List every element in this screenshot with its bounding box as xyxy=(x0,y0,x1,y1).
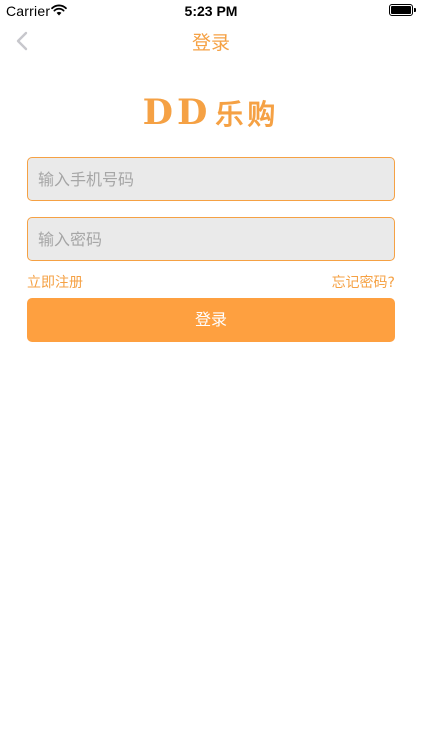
forgot-password-link[interactable]: 忘记密码? xyxy=(332,272,395,292)
logo-latin: DD xyxy=(142,92,212,133)
login-button[interactable]: 登录 xyxy=(27,298,395,342)
battery-icon xyxy=(389,4,416,16)
page-title: 登录 xyxy=(191,32,230,54)
register-link[interactable]: 立即注册 xyxy=(27,272,83,292)
status-bar: Carrier 5:23 PM xyxy=(0,0,422,22)
login-screen: Carrier 5:23 PM 登录 DD乐购 立即注册 忘记密码? 登录 xyxy=(0,0,422,750)
app-logo: DD 乐购 xyxy=(0,92,422,133)
battery-level xyxy=(391,6,411,14)
logo-chinese: 乐购 xyxy=(215,98,280,131)
phone-input[interactable] xyxy=(27,157,395,201)
clock: 5:23 PM xyxy=(184,3,238,19)
password-input[interactable] xyxy=(27,217,395,261)
navigation-bar: 登录 xyxy=(0,22,422,62)
